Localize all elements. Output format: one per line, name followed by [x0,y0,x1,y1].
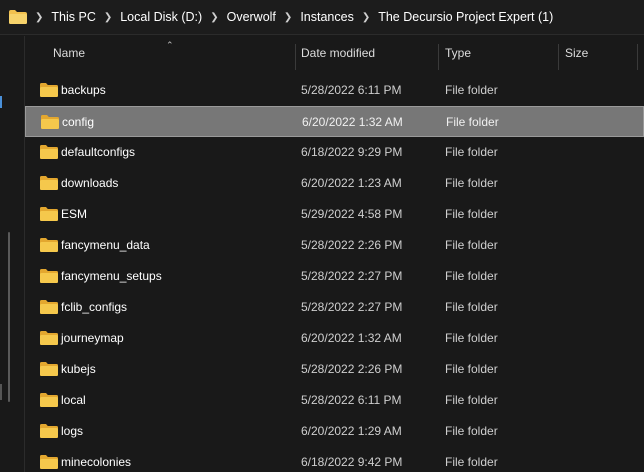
file-date-modified: 6/20/2022 1:23 AM [301,176,402,190]
folder-icon [40,175,58,191]
file-name: fclib_configs [61,300,128,314]
folder-icon [40,206,58,222]
file-name: local [61,393,86,407]
file-type: File folder [445,207,498,221]
chevron-right-icon[interactable]: ❯ [284,12,292,23]
file-name: logs [61,424,84,438]
file-date-modified: 6/20/2022 1:32 AM [302,115,403,129]
file-row[interactable]: logs 6/20/2022 1:29 AM File folder [25,416,644,447]
file-date-modified: 6/20/2022 1:29 AM [301,424,402,438]
column-size[interactable]: Size [565,36,588,70]
file-name: minecolonies [61,455,132,469]
file-type: File folder [445,300,498,314]
folder-icon [40,82,58,98]
file-type: File folder [445,176,498,190]
folder-icon [40,237,58,253]
file-type: File folder [445,238,498,252]
address-bar[interactable]: ❯ This PC ❯ Local Disk (D:) ❯ Overwolf ❯… [0,0,644,35]
file-row[interactable]: backups 5/28/2022 6:11 PM File folder [25,75,644,106]
column-divider[interactable] [295,44,296,70]
column-type[interactable]: Type [445,36,471,70]
file-row[interactable]: fclib_configs 5/28/2022 2:27 PM File folde… [25,292,644,323]
column-divider[interactable] [637,44,638,70]
column-name[interactable]: Name [53,36,85,70]
folder-icon [40,144,58,160]
file-name: fancymenu_setups [61,269,162,283]
file-date-modified: 5/28/2022 6:11 PM [301,393,402,407]
file-name: backups [61,83,106,97]
file-name: journeymap [61,331,124,345]
breadcrumb-this-pc[interactable]: This PC [51,10,95,24]
file-row[interactable]: journeymap 6/20/2022 1:32 AM File folder [25,323,644,354]
file-type: File folder [445,83,498,97]
column-header: ⌃ Name Date modified Type Size [25,36,644,70]
file-row[interactable]: defaultconfigs 6/18/2022 9:29 PM File fold… [25,137,644,168]
file-name: config [62,115,95,129]
nav-indicator [0,96,2,108]
file-type: File folder [445,269,498,283]
chevron-right-icon[interactable]: ❯ [210,12,218,23]
file-row[interactable]: fancymenu_data 5/28/2022 2:26 PM File fold… [25,230,644,261]
file-date-modified: 6/18/2022 9:42 PM [301,455,403,469]
file-date-modified: 5/29/2022 4:58 PM [301,207,403,221]
folder-icon [40,330,58,346]
file-type: File folder [445,393,498,407]
folder-icon [40,454,58,470]
breadcrumb-overwolf[interactable]: Overwolf [227,10,276,24]
file-row[interactable]: config 6/20/2022 1:32 AM File folder [25,106,644,137]
nav-scrollbar[interactable] [8,232,10,402]
file-type: File folder [445,424,498,438]
file-date-modified: 5/28/2022 6:11 PM [301,83,402,97]
chevron-right-icon[interactable]: ❯ [104,12,112,23]
folder-icon [40,392,58,408]
breadcrumb-instances[interactable]: Instances [300,10,354,24]
file-name: downloads [61,176,119,190]
file-date-modified: 5/28/2022 2:27 PM [301,269,403,283]
breadcrumb-current-folder[interactable]: The Decursio Project Expert (1) [378,10,553,24]
folder-icon [9,10,27,24]
file-name: defaultconfigs [61,145,136,159]
column-divider[interactable] [438,44,439,70]
file-row[interactable]: ESM 5/29/2022 4:58 PM File folder [25,199,644,230]
navigation-pane[interactable] [0,36,25,472]
breadcrumb-local-disk[interactable]: Local Disk (D:) [120,10,202,24]
folder-icon [40,268,58,284]
file-type: File folder [445,145,498,159]
file-date-modified: 5/28/2022 2:26 PM [301,362,403,376]
file-date-modified: 5/28/2022 2:27 PM [301,300,403,314]
file-row[interactable]: downloads 6/20/2022 1:23 AM File folder [25,168,644,199]
folder-icon [40,361,58,377]
file-name: ESM [61,207,88,221]
column-date-modified[interactable]: Date modified [301,36,375,70]
file-list: backups 5/28/2022 6:11 PM File folder confi… [25,75,644,472]
file-type: File folder [445,331,498,345]
column-divider[interactable] [558,44,559,70]
file-row[interactable]: minecolonies 6/18/2022 9:42 PM File folder [25,447,644,472]
sort-ascending-icon: ⌃ [166,40,174,50]
file-row[interactable]: local 5/28/2022 6:11 PM File folder [25,385,644,416]
file-type: File folder [445,455,498,469]
nav-indicator-secondary [0,384,2,400]
file-name: kubejs [61,362,96,376]
folder-icon [41,114,59,130]
chevron-right-icon[interactable]: ❯ [362,12,370,23]
file-row[interactable]: fancymenu_setups 5/28/2022 2:27 PM File fo… [25,261,644,292]
file-type: File folder [446,115,499,129]
folder-icon [40,423,58,439]
file-name: fancymenu_data [61,238,150,252]
file-row[interactable]: kubejs 5/28/2022 2:26 PM File folder [25,354,644,385]
file-date-modified: 6/20/2022 1:32 AM [301,331,402,345]
chevron-right-icon[interactable]: ❯ [35,12,43,23]
file-date-modified: 6/18/2022 9:29 PM [301,145,403,159]
file-type: File folder [445,362,498,376]
folder-icon [40,299,58,315]
file-date-modified: 5/28/2022 2:26 PM [301,238,403,252]
file-explorer-window: ❯ This PC ❯ Local Disk (D:) ❯ Overwolf ❯… [0,0,644,472]
